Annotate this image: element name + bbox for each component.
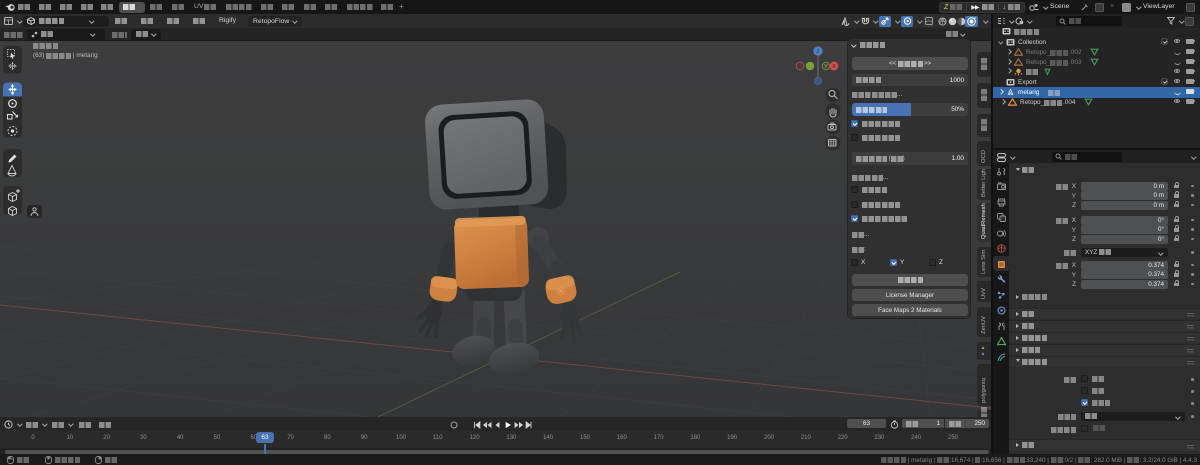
svg-text:Y: Y	[824, 64, 828, 70]
svg-text:X: X	[832, 64, 836, 70]
